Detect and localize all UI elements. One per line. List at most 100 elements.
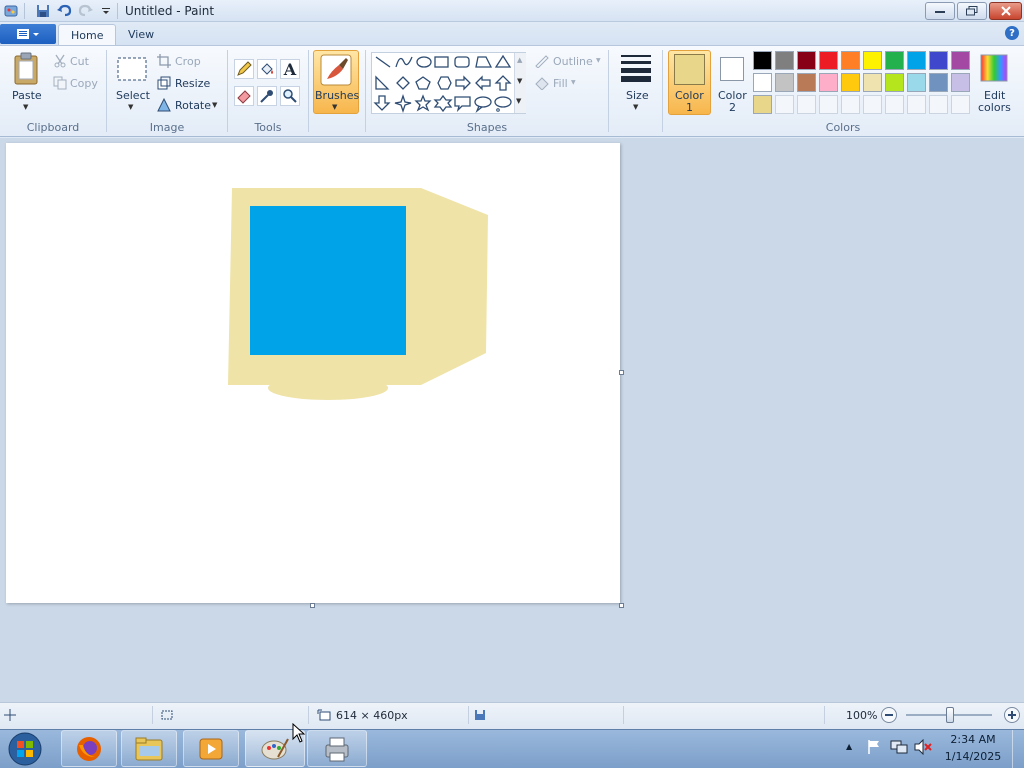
resize-handle-bottom[interactable] [310,603,315,608]
color2-swatch[interactable] [720,57,744,81]
fill-button[interactable]: Fill [553,77,568,90]
palette-color-swatch[interactable] [907,51,926,70]
cut-button[interactable]: Cut [70,55,89,68]
down-arrow-shape-icon [373,95,391,111]
group-separator [662,50,663,132]
restore-button[interactable] [957,2,987,20]
resize-button[interactable]: Resize [175,77,210,90]
expand-gallery-icon[interactable]: ▼ [516,97,521,105]
palette-empty-swatch[interactable] [819,95,838,114]
redo-icon[interactable] [78,3,94,19]
palette-color-swatch[interactable] [885,73,904,92]
save-icon[interactable] [35,3,51,19]
palette-color-swatch[interactable] [841,51,860,70]
palette-color-swatch[interactable] [907,73,926,92]
rotate-button[interactable]: Rotate [175,99,211,112]
rounded-rectangle-shape-icon [454,56,470,68]
palette-empty-swatch[interactable] [907,95,926,114]
palette-color-swatch[interactable] [753,51,772,70]
right-arrow-shape-icon [455,75,471,91]
select-button[interactable]: Select [116,89,150,102]
crop-button[interactable]: Crop [175,55,201,68]
color-picker-icon[interactable] [257,86,277,106]
customize-toolbar-icon[interactable] [98,3,114,19]
show-hidden-icons-icon[interactable]: ▲ [846,742,852,751]
palette-color-swatch[interactable] [753,73,772,92]
image-group-label: Image [149,121,185,134]
palette-empty-swatch[interactable] [951,95,970,114]
scroll-up-icon[interactable]: ▲ [517,56,522,64]
zoom-out-button[interactable] [881,707,897,723]
minimize-button[interactable] [925,2,955,20]
shapes-scrollbar[interactable]: ▲ ▼ ▼ [514,53,526,113]
pencil-icon[interactable] [234,59,254,79]
copy-button[interactable]: Copy [70,77,98,90]
palette-color-swatch[interactable] [929,73,948,92]
paint-app-icon[interactable] [3,3,19,19]
zoom-slider-thumb[interactable] [946,707,954,723]
edit-colors-icon[interactable] [980,54,1008,82]
palette-color-swatch[interactable] [863,51,882,70]
paint-menu-button[interactable] [0,24,56,44]
select-dropdown-icon[interactable]: ▼ [128,103,133,111]
size-dropdown-icon[interactable]: ▼ [633,103,638,111]
action-center-flag-icon[interactable] [866,739,882,755]
resize-handle-corner[interactable] [619,603,624,608]
oval-callout-shape-icon [474,96,492,114]
palette-empty-swatch[interactable] [863,95,882,114]
palette-color-swatch[interactable] [885,51,904,70]
network-icon[interactable] [890,739,908,755]
taskbar-printer[interactable] [307,730,367,767]
palette-empty-swatch[interactable] [841,95,860,114]
eraser-icon[interactable] [234,86,254,106]
paste-dropdown-icon[interactable]: ▼ [23,103,28,111]
fill-bucket-icon[interactable] [257,59,277,79]
brushes-dropdown-icon[interactable]: ▼ [332,103,337,111]
resize-handle-right[interactable] [619,370,624,375]
text-tool-icon[interactable]: A [280,59,300,79]
paste-button[interactable]: Paste [12,89,42,102]
fill-dropdown-icon[interactable]: ▼ [571,79,576,86]
magnifier-icon[interactable] [280,86,300,106]
palette-empty-swatch[interactable] [929,95,948,114]
palette-color-swatch[interactable] [775,51,794,70]
size-icon[interactable] [619,53,653,83]
palette-color-swatch[interactable] [929,51,948,70]
palette-color-swatch[interactable] [951,73,970,92]
volume-muted-icon[interactable] [914,738,932,756]
palette-color-swatch[interactable] [841,73,860,92]
palette-color-swatch[interactable] [819,51,838,70]
rotate-dropdown-icon[interactable]: ▼ [212,101,217,109]
palette-color-swatch[interactable] [753,95,772,114]
palette-color-swatch[interactable] [775,73,794,92]
clock-date[interactable]: 1/14/2025 [943,750,1003,763]
zoom-in-button[interactable] [1004,707,1020,723]
help-icon[interactable]: ? [1005,26,1019,40]
palette-color-swatch[interactable] [819,73,838,92]
palette-empty-swatch[interactable] [797,95,816,114]
printer-icon [325,737,349,761]
select-icon[interactable] [116,55,148,83]
palette-color-swatch[interactable] [797,73,816,92]
palette-empty-swatch[interactable] [885,95,904,114]
palette-empty-swatch[interactable] [775,95,794,114]
taskbar-file-explorer[interactable] [121,730,177,767]
tab-home[interactable]: Home [58,24,117,46]
clock-time[interactable]: 2:34 AM [943,733,1003,746]
outline-button[interactable]: Outline [553,55,593,68]
close-button[interactable] [989,2,1022,20]
taskbar-media-player[interactable] [183,730,239,767]
start-button[interactable] [4,731,46,766]
undo-icon[interactable] [56,3,72,19]
size-button[interactable]: Size [626,89,649,102]
outline-dropdown-icon[interactable]: ▼ [596,57,601,64]
palette-color-swatch[interactable] [951,51,970,70]
paste-icon[interactable] [12,52,42,86]
scroll-down-icon[interactable]: ▼ [517,77,522,85]
palette-color-swatch[interactable] [797,51,816,70]
show-desktop-button[interactable] [1012,730,1024,768]
tab-view[interactable]: View [116,24,166,46]
drawing-canvas[interactable] [6,143,620,603]
taskbar-firefox[interactable] [61,730,117,767]
palette-color-swatch[interactable] [863,73,882,92]
